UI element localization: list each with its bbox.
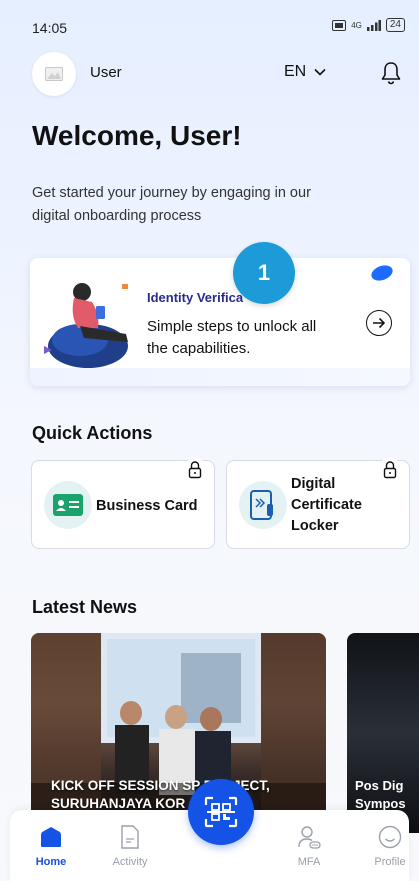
identity-verification-card[interactable]: Identity Verifica Simple steps to unlock… <box>30 258 410 386</box>
nav-label: Profile <box>374 856 406 868</box>
chevron-down-icon <box>314 68 326 76</box>
page-title: Welcome, User! <box>32 120 242 151</box>
arrow-right-icon <box>373 317 386 329</box>
scan-qr-button[interactable] <box>188 779 254 845</box>
user-name: User <box>90 64 122 81</box>
identity-verification-description: Simple steps to unlock all the capabilit… <box>147 318 317 357</box>
digital-certificate-locker-label: Digital Certificate Locker <box>291 474 362 537</box>
sim-icon <box>332 19 347 31</box>
avatar[interactable] <box>32 52 76 96</box>
nav-home[interactable]: Home <box>16 810 86 881</box>
language-selector[interactable]: EN <box>284 63 326 81</box>
lock-icon <box>183 458 207 482</box>
welcome-subtitle: Get started your journey by engaging in … <box>32 185 311 224</box>
digital-certificate-locker-action[interactable]: Digital Certificate Locker <box>226 458 410 549</box>
bell-icon <box>381 62 401 85</box>
nav-label: MFA <box>297 856 321 868</box>
profile-icon <box>377 824 403 850</box>
qr-scan-icon <box>204 796 238 828</box>
battery-indicator: 24 <box>385 18 405 32</box>
card-footer-strip <box>30 368 410 386</box>
user-key-icon <box>296 824 322 850</box>
nav-label: Home <box>35 856 67 868</box>
network-label: 4G <box>351 20 362 30</box>
image-placeholder-icon <box>45 67 63 81</box>
lock-icon <box>378 458 402 482</box>
step-badge: 1 <box>233 242 295 304</box>
latest-news-title: Latest News <box>32 597 138 617</box>
status-time: 14:05 <box>32 20 68 36</box>
arrow-right-button[interactable] <box>366 310 392 336</box>
nav-label: Activity <box>112 856 148 868</box>
nav-activity[interactable]: Activity <box>95 810 165 881</box>
certificate-locker-icon <box>239 481 287 529</box>
news-caption: Pos Dig Sympos <box>355 777 406 813</box>
business-card-label: Business Card <box>96 498 198 514</box>
business-card-action[interactable]: Business Card <box>31 458 215 549</box>
business-card-icon <box>44 481 92 529</box>
news-card[interactable]: Pos Dig Sympos <box>347 633 419 833</box>
language-label: EN <box>284 63 307 80</box>
label-line: Locker <box>291 518 339 534</box>
home-icon <box>38 824 64 850</box>
nav-profile[interactable]: Profile <box>355 810 419 881</box>
signal-icon <box>366 19 381 31</box>
quick-actions-title: Quick Actions <box>32 423 153 443</box>
news-caption-line: Pos Dig <box>355 778 404 793</box>
news-caption-line: KICK OFF SESSION SP PROJECT, <box>51 778 270 793</box>
status-icons: 4G 24 <box>332 18 405 32</box>
news-card[interactable]: KICK OFF SESSION SP PROJECT, SURUHANJAYA… <box>31 633 326 833</box>
notification-button[interactable] <box>372 54 410 92</box>
document-icon <box>117 824 143 850</box>
person-reading-illustration <box>44 283 128 368</box>
news-caption: KICK OFF SESSION SP PROJECT, SURUHANJAYA… <box>51 777 316 813</box>
label-line: Digital <box>291 476 336 492</box>
nav-mfa[interactable]: MFA <box>274 810 344 881</box>
identity-verification-title: Identity Verifica <box>147 290 244 305</box>
decorative-blob <box>369 262 395 284</box>
label-line: Certificate <box>291 497 362 513</box>
